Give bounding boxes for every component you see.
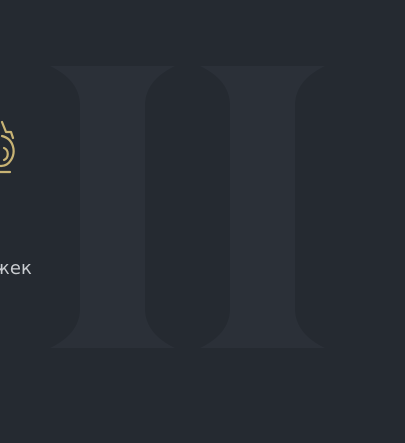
- stat-label: жек: [0, 258, 32, 279]
- background-panel: жек: [0, 0, 405, 443]
- ring-icon: [0, 120, 15, 174]
- roman-numeral-watermark: [50, 66, 325, 348]
